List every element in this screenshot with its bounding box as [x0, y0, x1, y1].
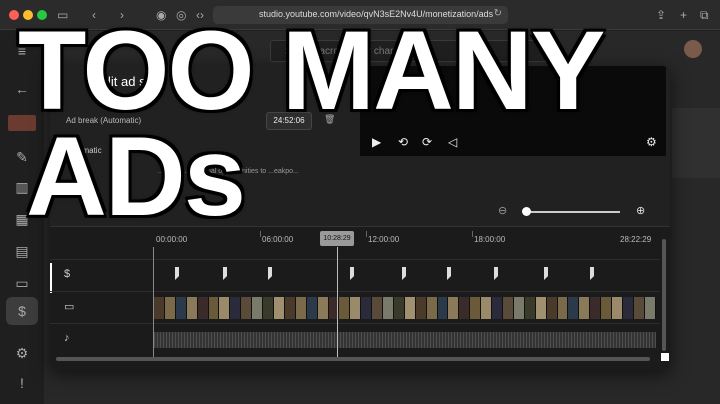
- film-frame: [317, 297, 329, 319]
- subtitles-icon[interactable]: ▭: [14, 275, 30, 291]
- ad-break-marker[interactable]: [590, 267, 594, 280]
- film-frame: [557, 297, 569, 319]
- film-frame: [415, 297, 427, 319]
- dollar-icon: $: [64, 268, 71, 280]
- forward-10-icon[interactable]: ⟳: [422, 135, 432, 149]
- film-frame: [492, 297, 503, 319]
- ad-break-marker[interactable]: [447, 267, 451, 280]
- film-frame: [295, 297, 307, 319]
- film-frame: [263, 297, 274, 319]
- film-frame: [241, 297, 253, 319]
- film-frame: [470, 297, 482, 319]
- vertical-scrollbar[interactable]: [662, 239, 666, 351]
- ad-break-marker[interactable]: [402, 267, 406, 280]
- film-frame: [383, 297, 394, 319]
- film-frame: [601, 297, 613, 319]
- video-icon: ▭: [64, 301, 75, 313]
- film-frame: [252, 297, 264, 319]
- film-frame: [644, 297, 656, 319]
- film-frame: [437, 297, 449, 319]
- film-frame: [590, 297, 602, 319]
- start-line: [153, 247, 154, 359]
- film-frame: [503, 297, 514, 319]
- audio-waveform: [154, 332, 656, 348]
- music-note-icon: ♪: [64, 332, 70, 344]
- film-frame: [448, 297, 460, 319]
- zoom-out-icon[interactable]: ⊖: [498, 204, 507, 217]
- film-frame: [524, 297, 536, 319]
- audio-track[interactable]: ♪: [50, 323, 660, 353]
- film-frame: [579, 297, 591, 319]
- playhead-time[interactable]: 10:28:29: [320, 231, 354, 246]
- film-frame: [284, 297, 296, 319]
- rewind-10-icon[interactable]: ⟲: [398, 135, 408, 149]
- new-tab-icon[interactable]: +: [680, 7, 687, 23]
- film-frame: [393, 297, 405, 319]
- zoom-slider-handle[interactable]: [522, 207, 531, 216]
- volume-icon[interactable]: ◁: [448, 135, 457, 149]
- overlay-title-line2: ADs: [24, 113, 247, 241]
- ruler-label: 12:00:00: [368, 235, 400, 244]
- film-frame: [361, 297, 373, 319]
- filmstrip: [154, 297, 656, 319]
- settings-gear-icon[interactable]: ⚙: [646, 135, 657, 149]
- horizontal-scrollbar[interactable]: [56, 357, 650, 361]
- feedback-icon[interactable]: !: [14, 375, 30, 391]
- film-frame: [306, 297, 318, 319]
- ruler-tick: [472, 231, 473, 237]
- film-frame: [481, 297, 493, 319]
- film-frame: [186, 297, 198, 319]
- playhead-line[interactable]: [337, 247, 338, 359]
- ad-break-marker[interactable]: [350, 267, 354, 280]
- comments-icon[interactable]: ▤: [14, 243, 30, 259]
- ad-break-marker[interactable]: [494, 267, 498, 280]
- film-frame: [219, 297, 231, 319]
- details-panel: [672, 108, 720, 178]
- ad-break-marker[interactable]: [175, 267, 179, 280]
- film-frame: [164, 297, 176, 319]
- film-frame: [350, 297, 362, 319]
- share-icon[interactable]: ⇪: [656, 7, 666, 23]
- zoom-slider[interactable]: [524, 211, 620, 213]
- avatar[interactable]: [684, 40, 702, 58]
- zoom-in-icon[interactable]: ⊕: [636, 204, 645, 217]
- film-frame: [175, 297, 187, 319]
- scroll-corner: [661, 353, 669, 361]
- film-frame: [568, 297, 580, 319]
- film-frame: [208, 297, 220, 319]
- zoom-control: ⊖ ⊕: [490, 202, 650, 222]
- ads-track[interactable]: $: [50, 259, 660, 289]
- film-frame: [197, 297, 209, 319]
- film-frame: [273, 297, 285, 319]
- ruler-label: 06:00:00: [262, 235, 294, 244]
- film-frame: [546, 297, 558, 319]
- film-frame: [612, 297, 623, 319]
- ad-break-marker[interactable]: [223, 267, 227, 280]
- film-frame: [459, 297, 471, 319]
- ad-break-marker[interactable]: [268, 267, 272, 280]
- ruler-tick: [366, 231, 367, 237]
- monetization-icon[interactable]: $: [14, 303, 30, 319]
- timeline[interactable]: 00:00:00 06:00:00 12:00:00 18:00:00 28:2…: [50, 226, 670, 370]
- film-frame: [404, 297, 416, 319]
- tabs-icon[interactable]: ⧉: [700, 7, 709, 23]
- film-frame: [426, 297, 438, 319]
- film-frame: [339, 297, 351, 319]
- video-track[interactable]: ▭: [50, 291, 660, 321]
- film-frame: [513, 297, 525, 319]
- ruler-label: 18:00:00: [474, 235, 506, 244]
- film-frame: [154, 297, 165, 319]
- film-frame: [372, 297, 384, 319]
- ruler-label: 28:22:29: [620, 235, 652, 244]
- ruler-tick: [260, 231, 261, 237]
- film-frame: [622, 297, 634, 319]
- film-frame: [230, 297, 242, 319]
- play-icon[interactable]: ▶: [372, 135, 381, 149]
- film-frame: [535, 297, 547, 319]
- ad-break-marker[interactable]: [544, 267, 548, 280]
- film-frame: [633, 297, 645, 319]
- settings-icon[interactable]: ⚙: [14, 345, 30, 361]
